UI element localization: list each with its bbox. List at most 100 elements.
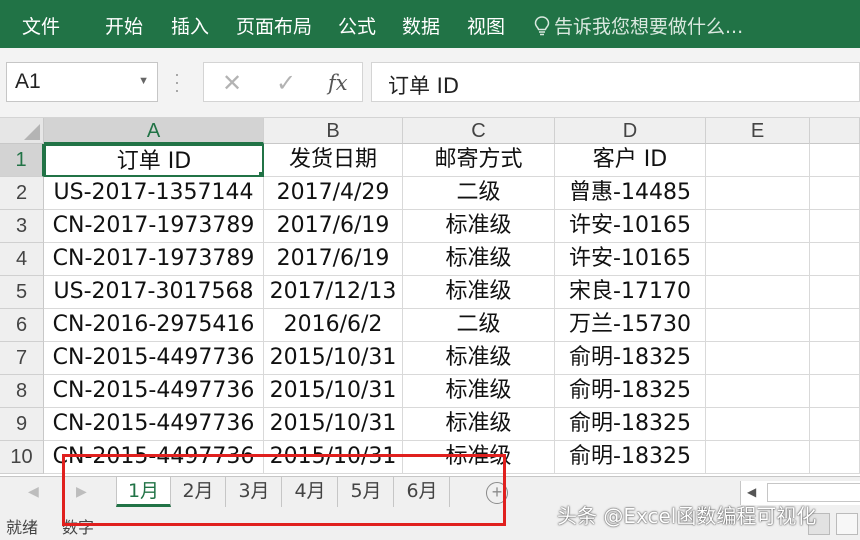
- cell-b10[interactable]: 2015/10/31: [264, 441, 403, 474]
- cell-f7[interactable]: [810, 342, 860, 375]
- cell-a6[interactable]: CN-2016-2975416: [44, 309, 264, 342]
- tab-home[interactable]: 开始: [105, 12, 143, 39]
- cell-b6[interactable]: 2016/6/2: [264, 309, 403, 342]
- cell-c5[interactable]: 标准级: [403, 276, 555, 309]
- cell-a9[interactable]: CN-2015-4497736: [44, 408, 264, 441]
- row-header[interactable]: 4: [0, 243, 44, 276]
- cell-e10[interactable]: [706, 441, 810, 474]
- cell-a7[interactable]: CN-2015-4497736: [44, 342, 264, 375]
- sheet-tab-4[interactable]: 4月: [283, 477, 338, 507]
- cell-a1[interactable]: 订单 ID: [44, 144, 264, 177]
- tell-me-search[interactable]: 告诉我您想要做什么...: [534, 12, 743, 39]
- cell-a5[interactable]: US-2017-3017568: [44, 276, 264, 309]
- cell-e3[interactable]: [706, 210, 810, 243]
- cell-b9[interactable]: 2015/10/31: [264, 408, 403, 441]
- row-header[interactable]: 9: [0, 408, 44, 441]
- scroll-left-icon[interactable]: ◀: [747, 485, 756, 499]
- cell-f4[interactable]: [810, 243, 860, 276]
- sheet-tab-5[interactable]: 5月: [339, 477, 394, 507]
- cell-a10[interactable]: CN-2015-4497736: [44, 441, 264, 474]
- cancel-icon[interactable]: ✕: [222, 69, 242, 98]
- cell-e1[interactable]: [706, 144, 810, 177]
- cell-d3[interactable]: 许安-10165: [555, 210, 706, 243]
- cell-b7[interactable]: 2015/10/31: [264, 342, 403, 375]
- row-header[interactable]: 8: [0, 375, 44, 408]
- drag-handle-icon[interactable]: · · ·: [174, 65, 180, 99]
- row-header[interactable]: 10: [0, 441, 44, 474]
- row-header[interactable]: 2: [0, 177, 44, 210]
- cell-f5[interactable]: [810, 276, 860, 309]
- cell-d1[interactable]: 客户 ID: [555, 144, 706, 177]
- cell-c6[interactable]: 二级: [403, 309, 555, 342]
- column-header-d[interactable]: D: [555, 118, 706, 144]
- sheet-tab-1[interactable]: 1月: [116, 477, 171, 507]
- cell-c8[interactable]: 标准级: [403, 375, 555, 408]
- cell-d7[interactable]: 俞明-18325: [555, 342, 706, 375]
- tab-insert[interactable]: 插入: [171, 12, 209, 39]
- column-header-a[interactable]: A: [44, 118, 264, 144]
- cell-a4[interactable]: CN-2017-1973789: [44, 243, 264, 276]
- cell-d6[interactable]: 万兰-15730: [555, 309, 706, 342]
- column-header-f[interactable]: [810, 118, 860, 144]
- cell-f10[interactable]: [810, 441, 860, 474]
- column-header-c[interactable]: C: [403, 118, 555, 144]
- cell-c7[interactable]: 标准级: [403, 342, 555, 375]
- sheet-tab-2[interactable]: 2月: [171, 477, 226, 507]
- page-layout-view-button[interactable]: [836, 513, 858, 535]
- scroll-tabs-right-icon[interactable]: ▶: [76, 483, 87, 500]
- cell-a8[interactable]: CN-2015-4497736: [44, 375, 264, 408]
- cell-f8[interactable]: [810, 375, 860, 408]
- formula-input[interactable]: 订单 ID: [371, 62, 860, 102]
- row-header[interactable]: 6: [0, 309, 44, 342]
- cell-b1[interactable]: 发货日期: [264, 144, 403, 177]
- cell-d4[interactable]: 许安-10165: [555, 243, 706, 276]
- row-header[interactable]: 1: [0, 144, 44, 177]
- cell-c2[interactable]: 二级: [403, 177, 555, 210]
- cell-c4[interactable]: 标准级: [403, 243, 555, 276]
- cell-a2[interactable]: US-2017-1357144: [44, 177, 264, 210]
- cell-e2[interactable]: [706, 177, 810, 210]
- name-box[interactable]: A1 ▼: [6, 62, 158, 102]
- scroll-tabs-left-icon[interactable]: ◀: [28, 483, 39, 500]
- cell-b5[interactable]: 2017/12/13: [264, 276, 403, 309]
- cell-f3[interactable]: [810, 210, 860, 243]
- cell-c3[interactable]: 标准级: [403, 210, 555, 243]
- cell-b8[interactable]: 2015/10/31: [264, 375, 403, 408]
- column-header-e[interactable]: E: [706, 118, 810, 144]
- add-sheet-button[interactable]: +: [486, 482, 508, 504]
- row-header[interactable]: 5: [0, 276, 44, 309]
- chevron-down-icon[interactable]: ▼: [138, 75, 149, 87]
- tab-data[interactable]: 数据: [402, 12, 440, 39]
- cell-d10[interactable]: 俞明-18325: [555, 441, 706, 474]
- cell-e4[interactable]: [706, 243, 810, 276]
- cell-d9[interactable]: 俞明-18325: [555, 408, 706, 441]
- enter-icon[interactable]: ✓: [276, 69, 296, 98]
- cell-e6[interactable]: [706, 309, 810, 342]
- cell-e9[interactable]: [706, 408, 810, 441]
- cell-f1[interactable]: [810, 144, 860, 177]
- tab-view[interactable]: 视图: [467, 12, 505, 39]
- cell-e7[interactable]: [706, 342, 810, 375]
- sheet-tab-6[interactable]: 6月: [395, 477, 450, 507]
- cell-d8[interactable]: 俞明-18325: [555, 375, 706, 408]
- cell-a3[interactable]: CN-2017-1973789: [44, 210, 264, 243]
- cell-f9[interactable]: [810, 408, 860, 441]
- cell-b4[interactable]: 2017/6/19: [264, 243, 403, 276]
- cell-c10[interactable]: 标准级: [403, 441, 555, 474]
- row-header[interactable]: 7: [0, 342, 44, 375]
- cell-e5[interactable]: [706, 276, 810, 309]
- tab-formulas[interactable]: 公式: [338, 12, 376, 39]
- cell-f2[interactable]: [810, 177, 860, 210]
- sheet-tab-3[interactable]: 3月: [227, 477, 282, 507]
- cell-e8[interactable]: [706, 375, 810, 408]
- row-header[interactable]: 3: [0, 210, 44, 243]
- cell-d2[interactable]: 曾惠-14485: [555, 177, 706, 210]
- select-all-button[interactable]: [0, 118, 44, 144]
- cell-f6[interactable]: [810, 309, 860, 342]
- cell-d5[interactable]: 宋良-17170: [555, 276, 706, 309]
- tab-file[interactable]: 文件: [22, 12, 60, 39]
- insert-function-button[interactable]: fx: [328, 71, 348, 95]
- tab-page-layout[interactable]: 页面布局: [236, 12, 312, 39]
- cell-b2[interactable]: 2017/4/29: [264, 177, 403, 210]
- cell-b3[interactable]: 2017/6/19: [264, 210, 403, 243]
